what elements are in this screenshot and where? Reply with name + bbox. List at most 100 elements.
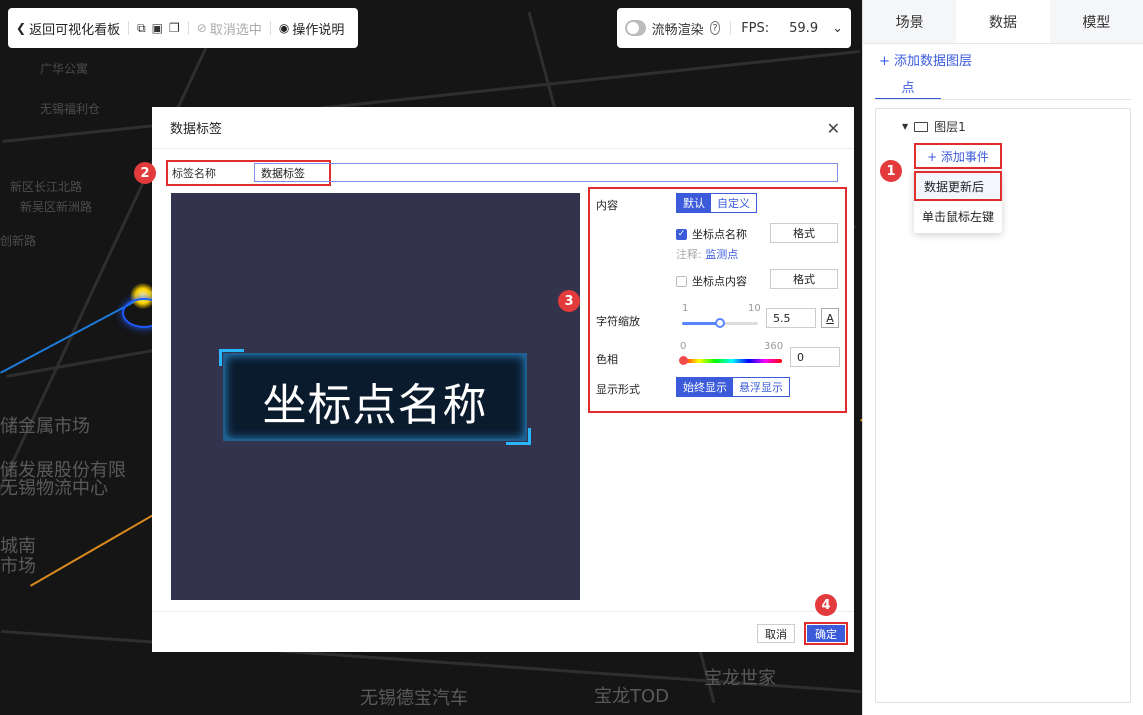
single-select-icon[interactable]: ⧉ xyxy=(137,21,146,36)
multi-select-icon[interactable]: ▣ xyxy=(152,21,163,35)
tree-node-layer1[interactable]: ▼ 图层1 xyxy=(902,118,966,135)
map-label: 储金属市场 xyxy=(0,416,90,437)
display-option-always[interactable]: 始终显示 xyxy=(677,378,733,396)
coord-name-format-button[interactable]: 格式 xyxy=(770,223,838,243)
content-option-custom[interactable]: 自定义 xyxy=(711,194,756,212)
scale-min: 1 xyxy=(682,303,689,314)
help-button[interactable]: ◉ 操作说明 xyxy=(279,19,345,38)
deselect-button[interactable]: ⊘ 取消选中 xyxy=(197,19,262,38)
lightbulb-icon: ◉ xyxy=(278,21,290,35)
copy-icon[interactable]: ❐ xyxy=(169,21,180,35)
help-question-icon[interactable]: ? xyxy=(709,21,721,35)
content-option-default[interactable]: 默认 xyxy=(677,194,711,212)
label-settings: 内容 默认 自定义 ✓ 坐标点名称 格式 注释: 监测点 坐标点内容 格式 字符… xyxy=(588,187,847,413)
display-option-hover[interactable]: 悬浮显示 xyxy=(733,378,789,396)
map-label: 宝龙TOD xyxy=(594,686,670,707)
scale-slider[interactable] xyxy=(682,318,758,328)
checkbox-unchecked-icon xyxy=(676,275,687,287)
checkbox-checked-icon: ✓ xyxy=(676,228,687,240)
tab-data[interactable]: 数据 xyxy=(956,0,1050,43)
fps-value: 59.9 xyxy=(789,20,819,36)
tab-model[interactable]: 模型 xyxy=(1049,0,1143,43)
map-label: 无锡德宝汽车 xyxy=(360,688,468,709)
map-label: 创新路 xyxy=(0,234,37,248)
content-label: 内容 xyxy=(596,199,618,212)
map-label: 广华公寓 xyxy=(40,62,89,76)
subtab-point[interactable]: 点 xyxy=(875,74,941,100)
right-panel: 场景 数据 模型 + 添加数据图层 点 ▼ 图层1 + 添加事件 数据更新后 单… xyxy=(862,0,1143,715)
display-mode-label: 显示形式 xyxy=(596,383,640,396)
note-prefix: 注释: xyxy=(676,248,702,261)
scale-input[interactable]: 5.5 xyxy=(766,308,816,328)
tree-node-label: 图层1 xyxy=(934,120,966,134)
smooth-render-label: 流畅渲染 xyxy=(651,22,704,38)
deselect-icon: ⊘ xyxy=(196,21,207,35)
layer-tree: ▼ 图层1 + 添加事件 数据更新后 单击鼠标左键 xyxy=(875,108,1131,703)
map-label: 市场 xyxy=(0,556,36,577)
hue-max: 360 xyxy=(764,341,784,352)
map-label: 宝龙世家 xyxy=(704,668,776,689)
render-bar: 流畅渲染 ? FPS: 59.9 ⌄ xyxy=(617,8,851,48)
scale-slider-thumb[interactable] xyxy=(715,318,725,328)
deselect-label: 取消选中 xyxy=(209,22,262,38)
back-label: 返回可视化看板 xyxy=(29,22,121,38)
divider xyxy=(730,21,732,35)
add-data-layer-button[interactable]: + 添加数据图层 xyxy=(879,50,972,69)
coord-content-checkbox[interactable]: 坐标点内容 xyxy=(676,273,747,289)
hue-input[interactable]: 0 xyxy=(790,347,840,367)
hue-slider[interactable] xyxy=(679,356,782,365)
display-mode-segment: 始终显示 悬浮显示 xyxy=(676,377,790,397)
divider xyxy=(187,21,189,35)
step-badge-4: 4 xyxy=(815,594,837,616)
folder-icon xyxy=(914,121,929,132)
chevron-down-icon[interactable]: ⌄ xyxy=(832,21,843,36)
hue-slider-thumb[interactable] xyxy=(679,356,688,365)
event-menu: 数据更新后 单击鼠标左键 xyxy=(914,171,1002,233)
label-preview: 坐标点名称 xyxy=(171,193,580,600)
coord-content-label: 坐标点内容 xyxy=(692,275,747,288)
dialog-title: 数据标签 xyxy=(152,107,854,149)
note-link[interactable]: 监测点 xyxy=(705,248,738,261)
preview-label-frame: 坐标点名称 xyxy=(219,349,531,445)
data-label-dialog: 数据标签 ✕ 标签名称 数据标签 坐标点名称 内容 默认 自定义 ✓ 坐标点名称… xyxy=(152,107,854,652)
help-label: 操作说明 xyxy=(292,22,345,38)
ok-button-highlight: 确定 xyxy=(804,622,848,645)
smooth-render-toggle[interactable] xyxy=(625,20,646,36)
hue-min: 0 xyxy=(680,341,687,352)
tab-scene[interactable]: 场景 xyxy=(863,0,957,43)
font-color-button[interactable]: A xyxy=(821,308,839,328)
step-badge-1: 1 xyxy=(880,160,902,182)
scale-label: 字符缩放 xyxy=(596,315,640,328)
coord-name-label: 坐标点名称 xyxy=(692,228,747,241)
top-toolbar: ❮ 返回可视化看板 ⧉ ▣ ❐ ⊘ 取消选中 ◉ 操作说明 xyxy=(8,8,358,48)
ok-button[interactable]: 确定 xyxy=(807,625,845,642)
map-label: 无锡福利仓 xyxy=(40,102,101,116)
divider xyxy=(875,99,1131,100)
step-badge-2: 2 xyxy=(134,162,156,184)
coord-name-checkbox[interactable]: ✓ 坐标点名称 xyxy=(676,226,747,242)
back-icon: ❮ xyxy=(16,21,27,35)
divider xyxy=(269,21,271,35)
preview-label-text: 坐标点名称 xyxy=(262,380,488,431)
step-badge-3: 3 xyxy=(558,290,580,312)
map-label: 新吴区新洲路 xyxy=(20,200,93,214)
close-icon[interactable]: ✕ xyxy=(827,119,840,138)
dialog-footer-divider xyxy=(152,611,854,612)
menu-item-left-click[interactable]: 单击鼠标左键 xyxy=(914,201,1002,231)
scale-max: 10 xyxy=(748,303,761,314)
label-name-label: 标签名称 xyxy=(172,167,216,180)
hue-label: 色相 xyxy=(596,353,618,366)
caret-down-icon[interactable]: ▼ xyxy=(902,122,908,131)
add-event-button[interactable]: + 添加事件 xyxy=(914,143,1002,169)
cancel-button[interactable]: 取消 xyxy=(757,624,795,643)
map-label: 新区长江北路 xyxy=(10,180,83,194)
fps-label: FPS: xyxy=(741,20,770,36)
content-segment: 默认 自定义 xyxy=(676,193,757,213)
label-name-input[interactable]: 数据标签 xyxy=(254,163,838,182)
back-button[interactable]: ❮ 返回可视化看板 xyxy=(16,19,120,38)
coord-content-format-button[interactable]: 格式 xyxy=(770,269,838,289)
map-route xyxy=(30,505,170,587)
divider xyxy=(128,21,130,35)
map-label: 无锡物流中心 xyxy=(0,478,108,499)
menu-item-data-updated[interactable]: 数据更新后 xyxy=(914,171,1002,201)
